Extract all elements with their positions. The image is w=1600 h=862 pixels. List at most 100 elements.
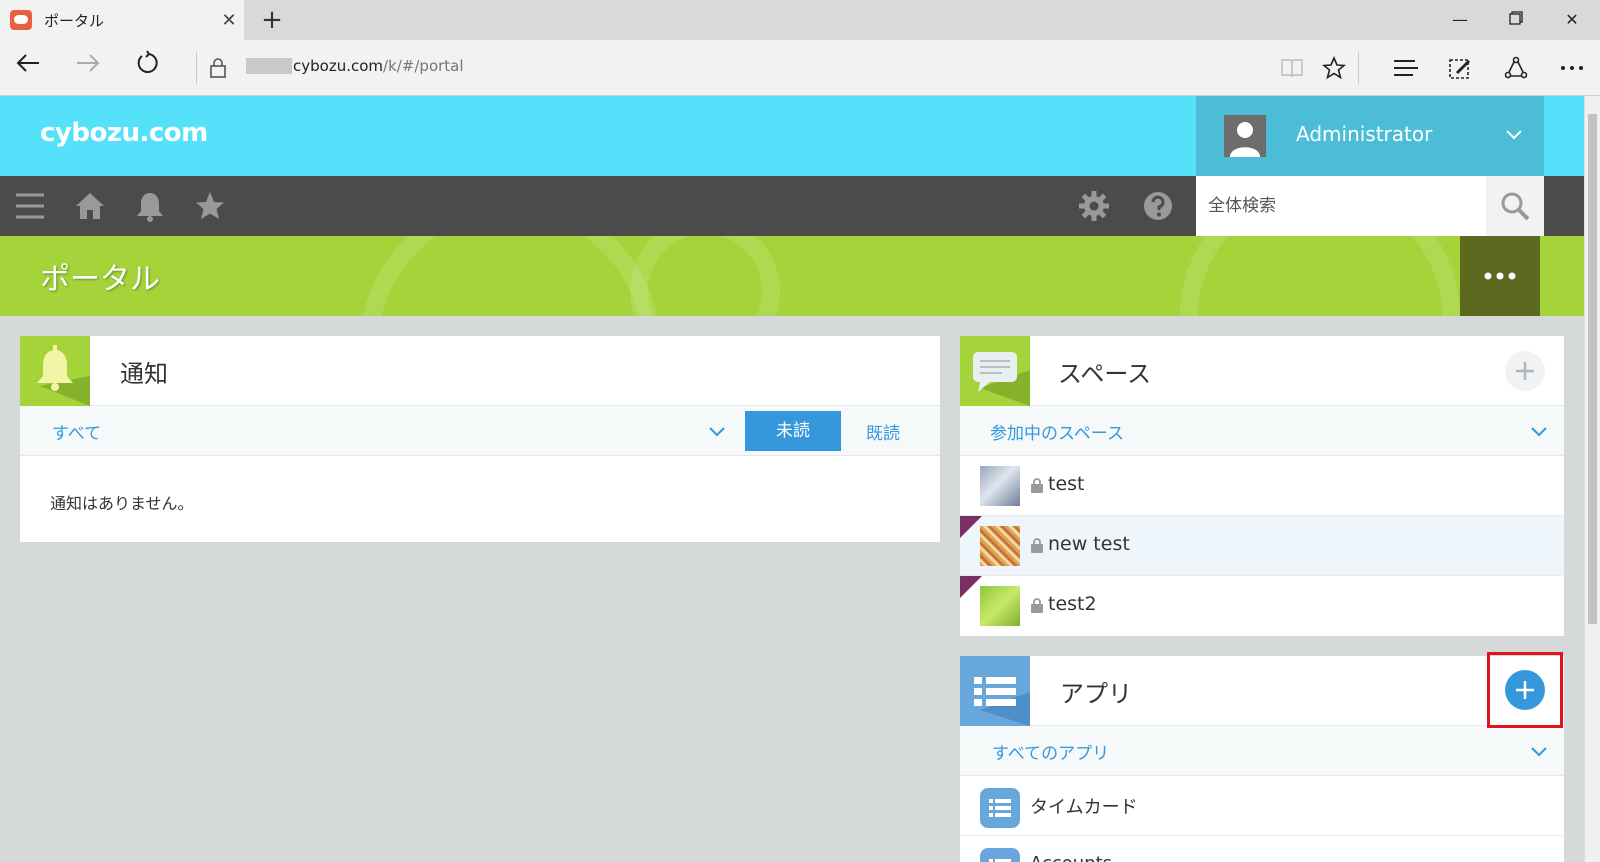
notification-filter-bar: すべて 未読 既読 <box>20 406 940 456</box>
notification-body: 通知はありません。 <box>20 456 940 541</box>
global-nav-bar <box>0 176 1584 236</box>
app-list-icon <box>960 656 1030 726</box>
app-icon <box>980 788 1020 828</box>
notification-header: 通知 <box>20 336 940 406</box>
lock-icon <box>1031 598 1043 613</box>
notification-title: 通知 <box>120 360 168 388</box>
toolbar-separator <box>1358 52 1359 84</box>
unread-corner-marker <box>960 576 982 598</box>
gear-icon[interactable] <box>1078 190 1110 222</box>
plus-icon <box>1516 362 1534 380</box>
add-space-button[interactable] <box>1505 351 1545 391</box>
global-search <box>1196 176 1544 236</box>
chevron-down-icon[interactable] <box>708 424 726 443</box>
app-icon <box>980 848 1020 862</box>
tab-read[interactable]: 既読 <box>866 419 900 444</box>
banner-decoration <box>1180 236 1460 316</box>
user-name: Administrator <box>1296 122 1433 146</box>
url-mask <box>246 58 292 74</box>
bell-icon <box>20 336 90 406</box>
chevron-down-icon[interactable] <box>1530 744 1548 763</box>
space-title: スペース <box>1058 360 1152 388</box>
scrollbar-thumb[interactable] <box>1588 114 1597 624</box>
browser-address-bar: cybozu.com/k/#/portal <box>0 40 1600 96</box>
star-icon[interactable] <box>194 190 226 222</box>
browser-tab-title: ポータル <box>44 11 105 30</box>
space-name: test2 <box>1048 593 1097 615</box>
avatar <box>1224 115 1266 157</box>
app-filter-dropdown[interactable]: すべてのアプリ <box>992 739 1109 764</box>
space-list-item[interactable]: test2 <box>960 576 1564 636</box>
space-list-item[interactable]: test <box>960 456 1564 516</box>
menu-icon[interactable] <box>14 190 46 222</box>
banner-decoration <box>360 236 660 316</box>
hub-icon[interactable] <box>1388 50 1424 86</box>
app-header: アプリ <box>960 656 1564 726</box>
chevron-down-icon <box>1504 124 1524 148</box>
new-tab-icon[interactable]: + <box>256 4 288 36</box>
cybozu-logo[interactable]: cybozu.com <box>40 118 208 148</box>
portal-banner: ポータル <box>0 236 1584 316</box>
minimize-icon[interactable]: — <box>1432 0 1488 40</box>
restore-icon[interactable] <box>1488 0 1544 40</box>
app-name: Accounts <box>1030 853 1112 862</box>
user-menu[interactable]: Administrator <box>1196 96 1544 176</box>
space-filter-dropdown[interactable]: 参加中のスペース <box>990 419 1124 444</box>
chevron-down-icon[interactable] <box>1530 424 1548 443</box>
banner-decoration <box>630 236 780 316</box>
search-input[interactable] <box>1196 176 1486 236</box>
forward-arrow-icon[interactable] <box>70 50 106 86</box>
space-thumbnail <box>980 586 1020 626</box>
lock-icon <box>1031 478 1043 493</box>
home-icon[interactable] <box>74 190 106 222</box>
url-field[interactable]: cybozu.com/k/#/portal <box>246 57 464 75</box>
space-name: test <box>1048 473 1085 495</box>
space-list-item[interactable]: new test <box>960 516 1564 576</box>
url-path: /k/#/portal <box>383 57 464 75</box>
ellipsis-icon <box>1484 272 1516 280</box>
web-note-icon[interactable] <box>1442 50 1478 86</box>
url-domain: cybozu.com <box>293 57 384 75</box>
space-header: スペース <box>960 336 1564 406</box>
help-icon[interactable] <box>1142 190 1174 222</box>
page-scrollbar[interactable] <box>1584 96 1600 862</box>
address-separator <box>196 52 197 84</box>
app-filter-bar: すべてのアプリ <box>960 726 1564 776</box>
bell-icon[interactable] <box>134 190 166 222</box>
more-dots-icon[interactable] <box>1554 50 1590 86</box>
space-name: new test <box>1048 533 1130 555</box>
cybozu-favicon-icon <box>10 10 32 30</box>
app-title: アプリ <box>1060 680 1132 708</box>
lock-icon <box>208 57 228 79</box>
app-header: cybozu.com Administrator <box>0 96 1584 176</box>
highlight-annotation-box <box>1487 652 1563 728</box>
page-title: ポータル <box>40 262 160 297</box>
app-name: タイムカード <box>1030 797 1138 818</box>
close-tab-icon[interactable]: ✕ <box>214 10 244 31</box>
space-thumbnail <box>980 526 1020 566</box>
refresh-icon[interactable] <box>130 50 166 86</box>
app-list-item[interactable]: Accounts <box>960 836 1564 862</box>
speech-bubble-icon <box>960 336 1030 406</box>
notification-filter-dropdown[interactable]: すべて <box>52 419 101 444</box>
space-thumbnail <box>980 466 1020 506</box>
empty-notification-message: 通知はありません。 <box>50 494 194 513</box>
browser-tab-bar: ポータル ✕ + — ✕ <box>0 0 1600 40</box>
tab-unread[interactable]: 未読 <box>745 411 841 451</box>
favorite-star-icon[interactable] <box>1316 50 1352 86</box>
back-arrow-icon[interactable] <box>10 50 46 86</box>
space-filter-bar: 参加中のスペース <box>960 406 1564 456</box>
app-widget: アプリ すべてのアプリ タイムカード Accounts <box>960 656 1564 862</box>
notification-widget: 通知 すべて 未読 既読 通知はありません。 <box>20 336 940 542</box>
search-icon <box>1501 192 1530 221</box>
close-window-icon[interactable]: ✕ <box>1544 0 1600 40</box>
share-icon[interactable] <box>1498 50 1534 86</box>
space-widget: スペース 参加中のスペース test new test test2 <box>960 336 1564 636</box>
search-button[interactable] <box>1486 176 1544 236</box>
app-list-item[interactable]: タイムカード <box>960 776 1564 836</box>
browser-tab[interactable]: ポータル ✕ <box>0 0 244 40</box>
unread-corner-marker <box>960 516 982 538</box>
portal-options-button[interactable] <box>1460 236 1540 316</box>
lock-icon <box>1031 538 1043 553</box>
reading-view-icon[interactable] <box>1274 50 1310 86</box>
